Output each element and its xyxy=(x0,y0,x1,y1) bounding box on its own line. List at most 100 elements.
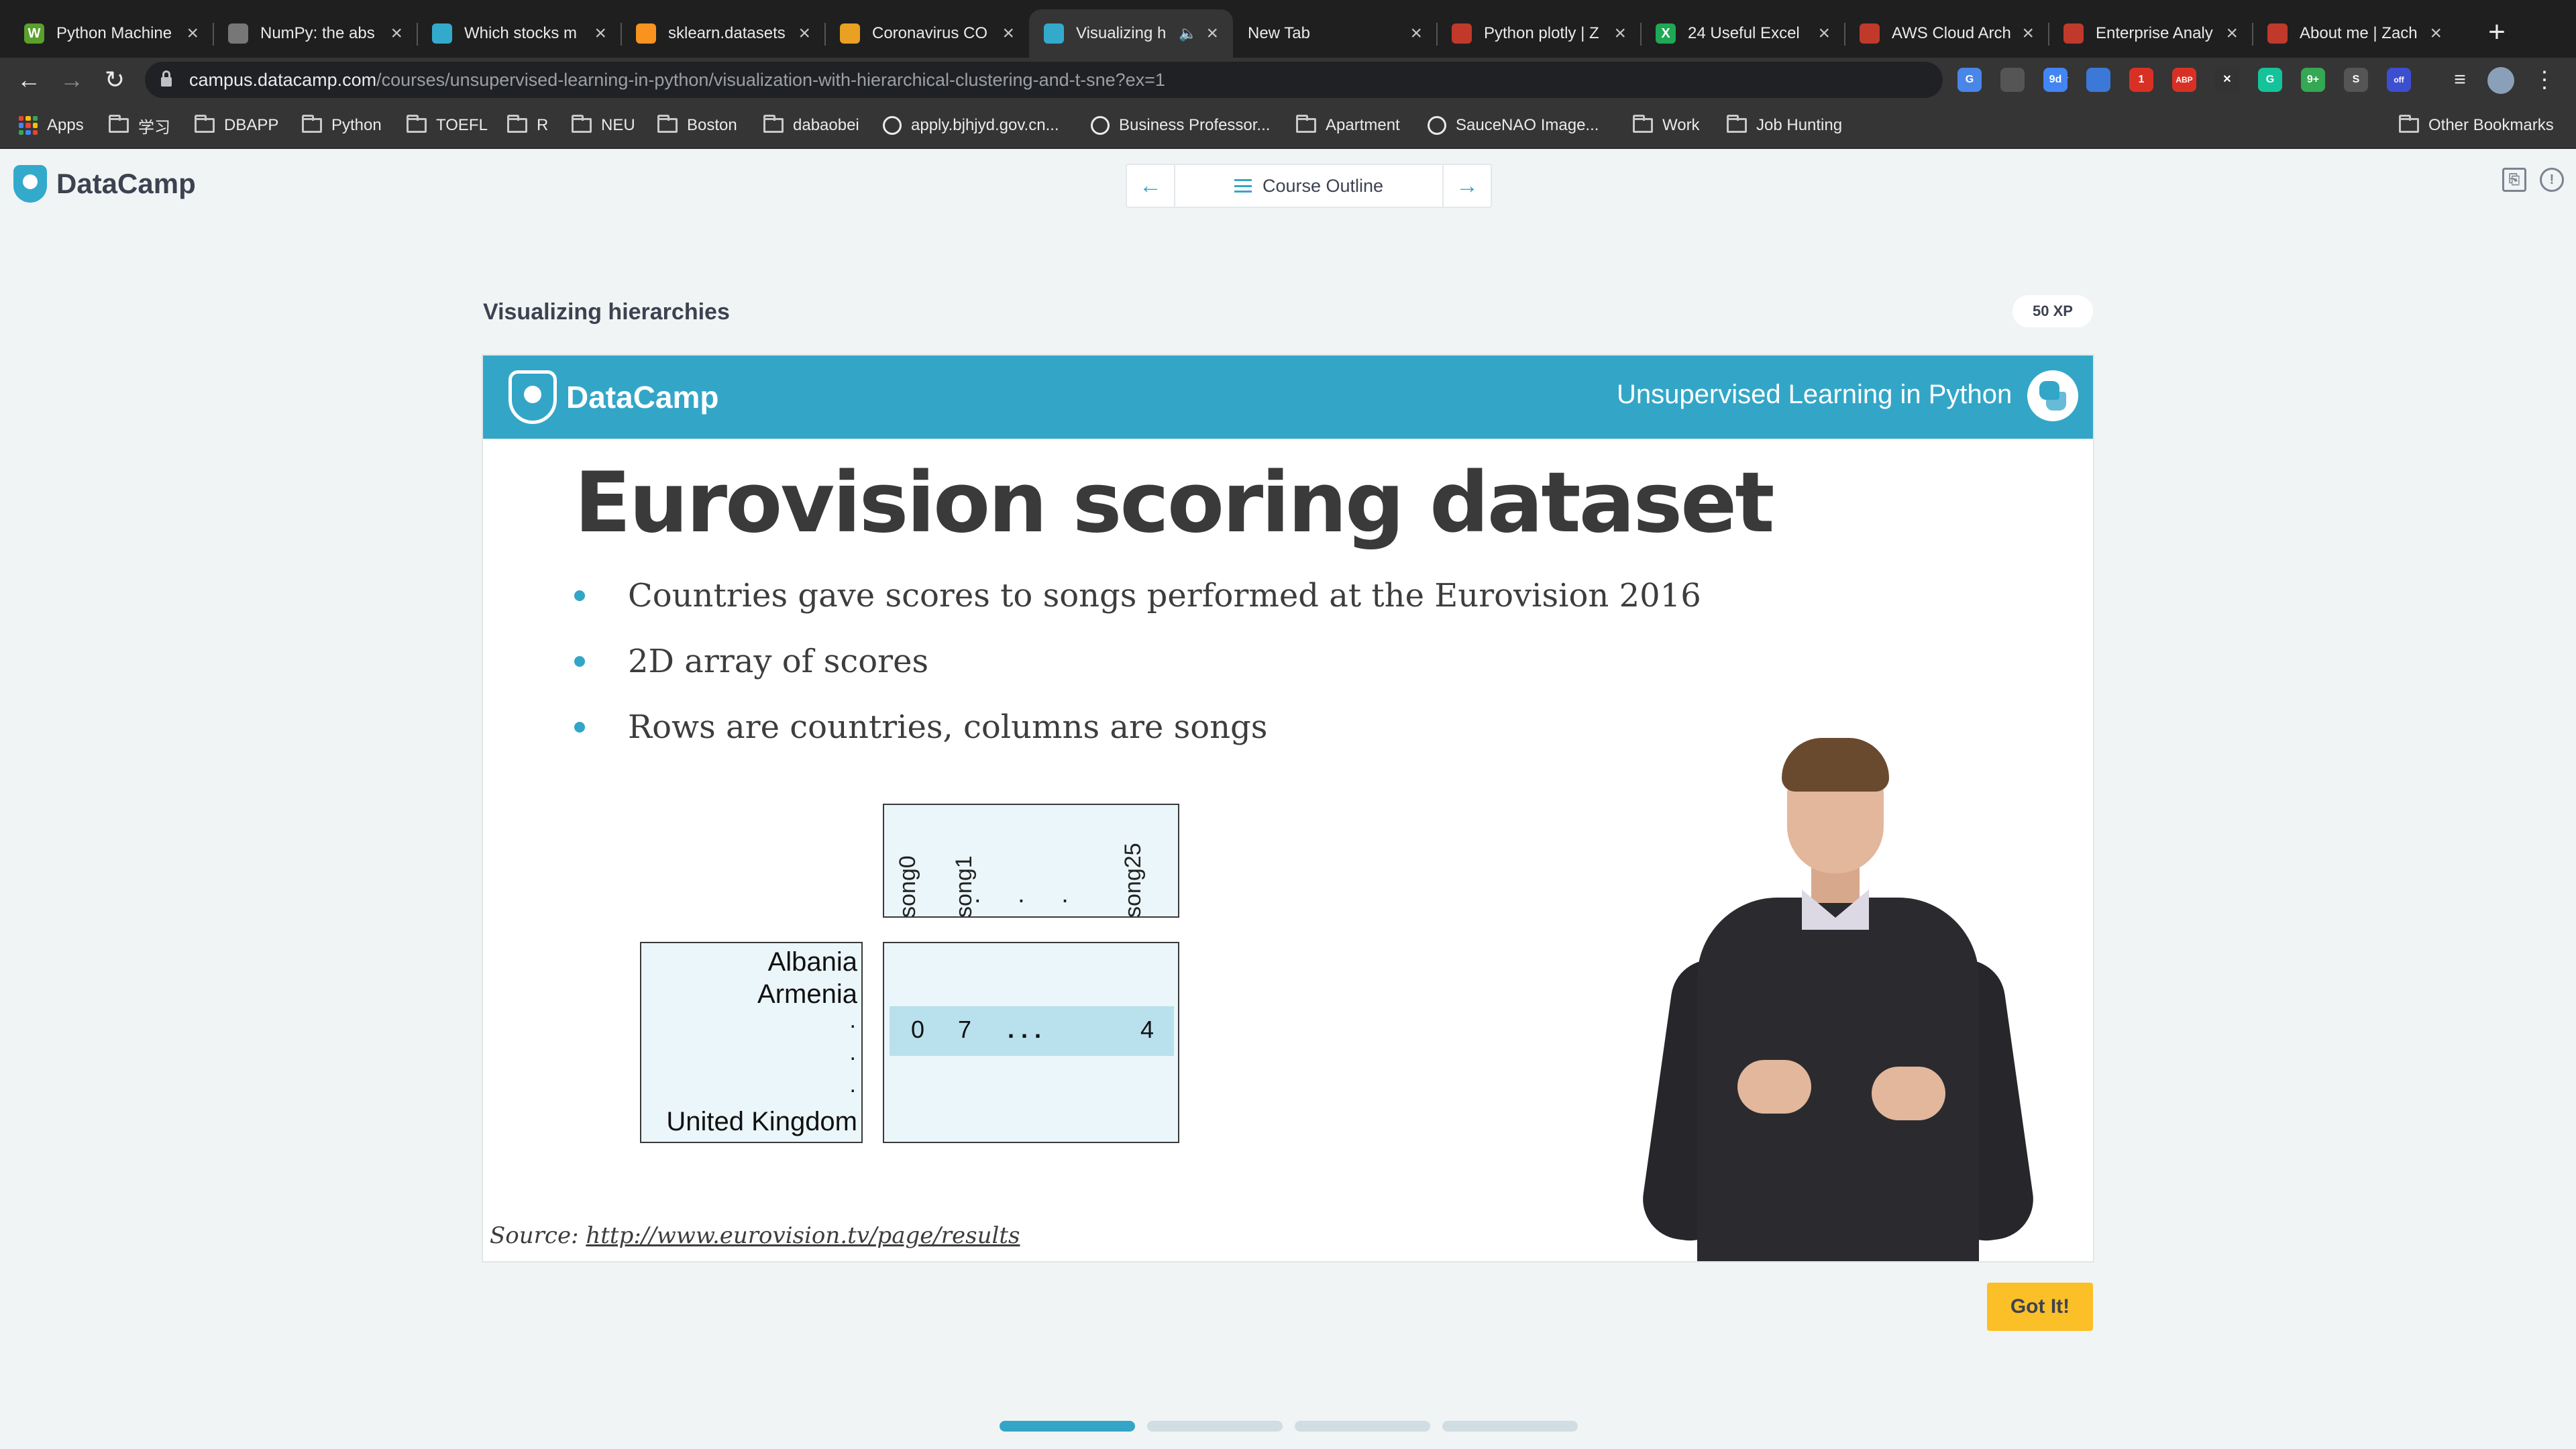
address-bar[interactable]: campus.datacamp.com/courses/unsupervised… xyxy=(145,62,2070,98)
progress-segment[interactable] xyxy=(1000,1421,1135,1432)
tab-separator xyxy=(417,23,418,46)
browser-tab[interactable]: Enterprise Analy × xyxy=(2049,9,2253,58)
row-ellipsis: . xyxy=(849,1008,856,1033)
bookmark-item[interactable]: NEU xyxy=(572,114,635,137)
tab-title: Which stocks m xyxy=(464,24,578,42)
reading-list-icon[interactable]: ≡ xyxy=(2443,63,2477,97)
tab-close-icon[interactable]: × xyxy=(1206,22,1218,45)
other-bookmarks[interactable]: Other Bookmarks xyxy=(2399,114,2554,137)
bookmark-item[interactable]: SauceNAO Image... xyxy=(1428,114,1599,137)
got-it-button[interactable]: Got It! xyxy=(1987,1283,2093,1331)
video-slide[interactable]: DataCamp Unsupervised Learning in Python… xyxy=(483,356,2093,1261)
tab-favicon-icon xyxy=(2063,23,2084,44)
tab-active[interactable]: Visualizing h 🔈 × xyxy=(1029,9,1233,58)
browser-tab[interactable]: About me | Zach × xyxy=(2253,9,2457,58)
browser-tab[interactable]: Coronavirus CO × xyxy=(825,9,1029,58)
bookmark-item[interactable]: Work xyxy=(1633,114,1700,137)
reload-icon[interactable]: ↻ xyxy=(98,63,131,97)
browser-tab[interactable]: sklearn.datasets × xyxy=(621,9,825,58)
apps-grid-icon xyxy=(19,116,38,135)
site-favicon-icon xyxy=(883,116,902,135)
tab-close-icon[interactable]: × xyxy=(186,22,199,45)
folder-icon xyxy=(657,115,678,133)
course-outline-button[interactable]: Course Outline xyxy=(1174,165,1444,207)
tab-close-icon[interactable]: × xyxy=(1002,22,1014,45)
pin-icon[interactable] xyxy=(2000,68,2025,92)
new-tab-button[interactable]: + xyxy=(2478,15,2516,52)
bullet-dot-icon xyxy=(574,656,585,667)
adblock-icon[interactable]: ABP xyxy=(2172,68,2196,92)
bookmark-item[interactable]: Apartment xyxy=(1296,114,1400,137)
browser-tab[interactable]: W Python Machine × xyxy=(9,9,213,58)
ext-green-icon[interactable]: 9+ xyxy=(2301,68,2325,92)
chrome-menu-icon[interactable]: ⋮ xyxy=(2528,63,2561,97)
tab-close-icon[interactable]: × xyxy=(594,22,606,45)
bookmark-apps[interactable]: Apps xyxy=(19,114,84,137)
column-ellipsis: . . . xyxy=(974,880,1083,908)
browser-tab[interactable]: X 24 Useful Excel × xyxy=(1641,9,1845,58)
translate-icon[interactable]: G xyxy=(1957,68,1982,92)
row-label: United Kingdom xyxy=(666,1107,857,1136)
bookmark-label: Apps xyxy=(47,116,84,134)
bookmark-item[interactable]: DBAPP xyxy=(195,114,278,137)
tab-favicon-icon xyxy=(1044,23,1064,44)
bookmark-item[interactable]: Boston xyxy=(657,114,737,137)
folder-icon xyxy=(1633,115,1653,133)
forward-arrow-icon[interactable]: → xyxy=(55,63,89,97)
tab-close-icon[interactable]: × xyxy=(2226,22,2238,45)
info-icon[interactable]: ! xyxy=(2540,168,2564,192)
bookmark-item[interactable]: TOEFL xyxy=(407,114,488,137)
back-arrow-icon[interactable]: ← xyxy=(12,63,46,97)
tab-close-icon[interactable]: × xyxy=(1410,22,1422,45)
browser-tab[interactable]: AWS Cloud Arch × xyxy=(1845,9,2049,58)
ext-blue-icon[interactable] xyxy=(2086,68,2110,92)
slide-header: DataCamp Unsupervised Learning in Python xyxy=(483,356,2093,439)
tab-close-icon[interactable]: × xyxy=(798,22,810,45)
progress-segment[interactable] xyxy=(1295,1421,1430,1432)
pinterest-icon[interactable]: 1 xyxy=(2129,68,2153,92)
column-label: song25 xyxy=(1120,843,1146,918)
browser-tab[interactable]: Python plotly | Z × xyxy=(1437,9,1641,58)
progress-segment[interactable] xyxy=(1147,1421,1283,1432)
tab-favicon-icon xyxy=(2267,23,2288,44)
progress-segment[interactable] xyxy=(1442,1421,1578,1432)
bookmark-label: Boston xyxy=(687,116,737,134)
tab-close-icon[interactable]: × xyxy=(390,22,402,45)
tab-close-icon[interactable]: × xyxy=(2022,22,2034,45)
datacamp-logo[interactable]: DataCamp xyxy=(13,165,196,203)
tab-close-icon[interactable]: × xyxy=(1818,22,1830,45)
tab-title: Visualizing h xyxy=(1076,24,1167,42)
bullet-item: 2D array of scores xyxy=(574,643,928,680)
folder-icon xyxy=(1296,115,1316,133)
browser-tab[interactable]: Which stocks m × xyxy=(417,9,621,58)
x-ext-icon[interactable]: ✕ xyxy=(2215,68,2239,92)
bookmark-item[interactable]: Job Hunting xyxy=(1727,114,1842,137)
bullet-dot-icon xyxy=(574,722,585,733)
profile-avatar[interactable] xyxy=(2487,67,2514,94)
exercise-title: Visualizing hierarchies xyxy=(483,299,730,325)
browser-tab[interactable]: NumPy: the abs × xyxy=(213,9,417,58)
tab-separator xyxy=(2252,23,2253,46)
bookmark-item[interactable]: Business Professor... xyxy=(1091,114,1270,137)
prev-exercise-arrow-icon[interactable]: ← xyxy=(1127,165,1174,207)
calendar-icon[interactable]: 9d xyxy=(2043,68,2068,92)
score-value: 7 xyxy=(958,1016,972,1043)
bookmark-item[interactable]: 学习 xyxy=(109,114,170,137)
next-exercise-arrow-icon[interactable]: → xyxy=(1444,165,1491,207)
ext-off-icon[interactable]: off xyxy=(2387,68,2411,92)
tab-close-icon[interactable]: × xyxy=(1614,22,1626,45)
bookmark-item[interactable]: apply.bjhjyd.gov.cn... xyxy=(883,114,1059,137)
bookmark-item[interactable]: Python xyxy=(302,114,382,137)
tab-audio-icon[interactable]: 🔈 xyxy=(1179,25,1197,42)
url-text[interactable]: campus.datacamp.com/courses/unsupervised… xyxy=(189,70,1165,91)
ext-circle-icon[interactable]: S xyxy=(2344,68,2368,92)
bookmark-item[interactable]: dabaobei xyxy=(763,114,859,137)
tab-close-icon[interactable]: × xyxy=(2430,22,2442,45)
bookmark-label: NEU xyxy=(601,116,635,134)
browser-tab[interactable]: New Tab × xyxy=(1233,9,1437,58)
source-link[interactable]: http://www.eurovision.tv/page/results xyxy=(586,1222,1020,1249)
bookmark-item[interactable]: R xyxy=(507,114,548,137)
pdf-slides-icon[interactable]: ⎘ xyxy=(2502,168,2526,192)
grammarly-icon[interactable]: G xyxy=(2258,68,2282,92)
folder-icon xyxy=(302,115,322,133)
